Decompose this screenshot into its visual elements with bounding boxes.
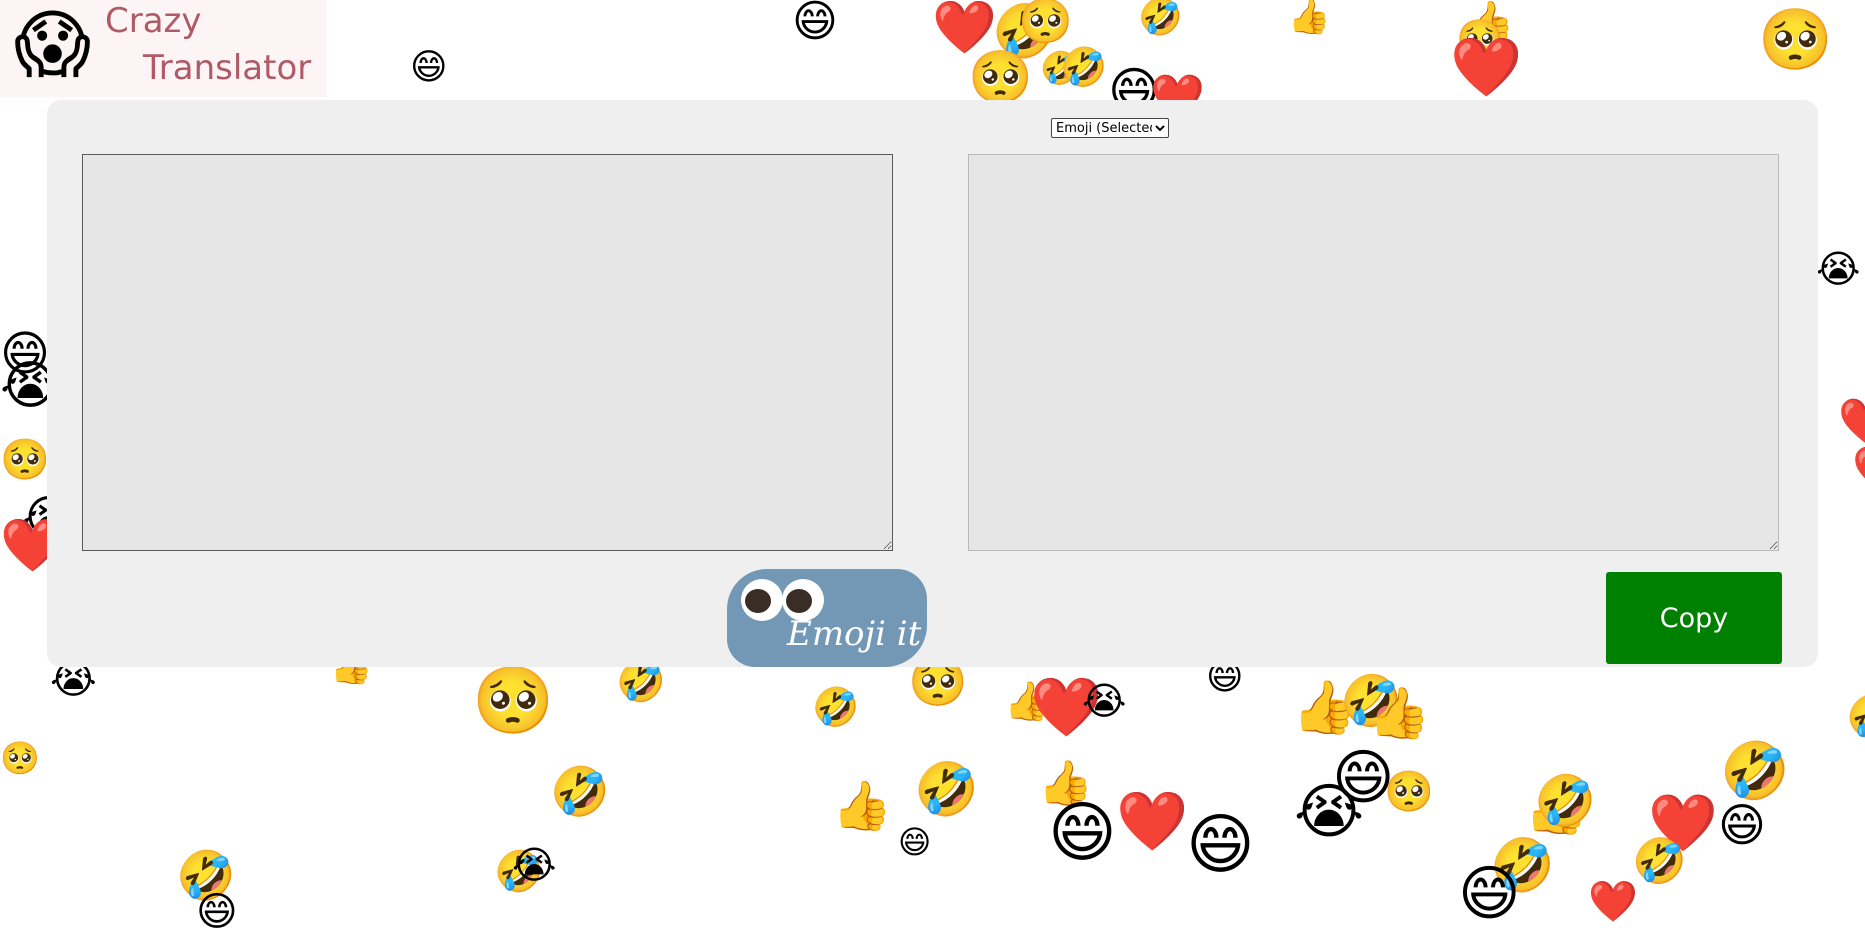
floating-emoji-icon: 😄 <box>196 889 238 935</box>
googly-eye-icon <box>741 579 783 621</box>
floating-emoji-icon: 😄 <box>410 47 448 88</box>
floating-emoji-icon: 🤣 <box>1846 696 1865 738</box>
floating-emoji-icon: 😭 <box>1816 247 1861 291</box>
floating-emoji-icon: 🤣 <box>1060 45 1108 89</box>
floating-emoji-icon: 🤣 <box>1138 0 1183 38</box>
floating-emoji-icon: 😄 <box>1186 806 1255 883</box>
floating-emoji-icon: ❤️ <box>1450 33 1523 101</box>
floating-emoji-icon: 👍 <box>1292 678 1357 738</box>
floating-emoji-icon: 🥺 <box>1018 0 1073 47</box>
floating-emoji-icon: ❤️ <box>1838 400 1865 444</box>
floating-emoji-icon: 👍 <box>1462 0 1515 47</box>
floating-emoji-icon: 🥺 <box>0 739 40 777</box>
floating-emoji-icon: 😄 <box>898 823 932 861</box>
floating-emoji-icon: 🤣 <box>812 685 860 729</box>
floating-emoji-icon: 🤣 <box>1340 672 1403 730</box>
floating-emoji-icon: 😄 <box>792 0 838 47</box>
floating-emoji-icon: 🥺 <box>1456 17 1504 61</box>
floating-emoji-icon: ❤️ <box>1030 673 1103 741</box>
floating-emoji-icon: 👍 <box>1288 0 1331 37</box>
floating-emoji-icon: 👍 <box>1524 778 1589 838</box>
floating-emoji-icon: 😄 <box>1718 798 1766 852</box>
floating-emoji-icon: 🥺 <box>968 48 1033 108</box>
floating-emoji-icon: 😄 <box>1332 743 1395 813</box>
floating-emoji-icon: 🤣 <box>550 764 610 820</box>
output-textarea[interactable] <box>968 154 1779 551</box>
floating-emoji-icon: 🥺 <box>1384 769 1434 815</box>
floating-emoji-icon: 🤣 <box>914 760 979 820</box>
logo-title-line1: Crazy <box>105 1 202 41</box>
floating-emoji-icon: ❤️ <box>1852 448 1865 492</box>
floating-emoji-icon: 🤣 <box>1040 49 1080 87</box>
floating-emoji-icon: 🤣 <box>1720 739 1790 804</box>
floating-emoji-icon: 👍 <box>1038 758 1093 809</box>
floating-emoji-icon: 👍 <box>1368 684 1431 742</box>
floating-emoji-icon: 😄 <box>1048 794 1117 871</box>
floating-emoji-icon: ❤️ <box>1588 879 1638 925</box>
floating-emoji-icon: ❤️ <box>932 0 997 58</box>
floating-emoji-icon: 🥺 <box>472 662 555 739</box>
floating-emoji-icon: 👍 <box>1860 850 1865 880</box>
floating-emoji-icon: 🤣 <box>1632 836 1687 887</box>
floating-emoji-icon: 🤣 <box>176 848 236 904</box>
floating-emoji-icon: 😄 <box>0 326 51 382</box>
floating-emoji-icon: 😭 <box>512 843 557 887</box>
input-textarea[interactable] <box>82 154 893 551</box>
floating-emoji-icon: 🤣 <box>1534 772 1597 830</box>
floating-emoji-icon: 🤣 <box>1490 836 1555 896</box>
screaming-cat-icon: 😱 <box>14 2 92 88</box>
floating-emoji-icon: 🤣 <box>992 2 1057 62</box>
floating-emoji-icon: 👍 <box>832 778 892 834</box>
copy-button[interactable]: Copy <box>1606 572 1782 664</box>
floating-emoji-icon: ❤️ <box>1648 791 1718 856</box>
floating-emoji-icon: 🥺 <box>0 437 50 483</box>
floating-emoji-icon: 😭 <box>1294 777 1365 847</box>
floating-emoji-icon: ❤️ <box>1116 787 1189 855</box>
language-select[interactable]: Emoji (Selected) <box>1051 118 1169 138</box>
floating-emoji-icon: 😭 <box>1082 679 1127 723</box>
emoji-it-label: Emoji it <box>787 614 922 654</box>
floating-emoji-icon: 🤣 <box>616 659 666 705</box>
emoji-it-button[interactable]: Emoji it <box>727 569 927 667</box>
floating-emoji-icon: 😄 <box>1458 859 1521 929</box>
app-logo[interactable]: 😱 Crazy Translator <box>0 0 327 97</box>
floating-emoji-icon: 🥺 <box>1758 5 1833 75</box>
floating-emoji-icon: 👍 <box>1004 679 1052 723</box>
floating-emoji-icon: 🤣 <box>494 849 544 895</box>
logo-title-line2: Translator <box>143 48 312 88</box>
